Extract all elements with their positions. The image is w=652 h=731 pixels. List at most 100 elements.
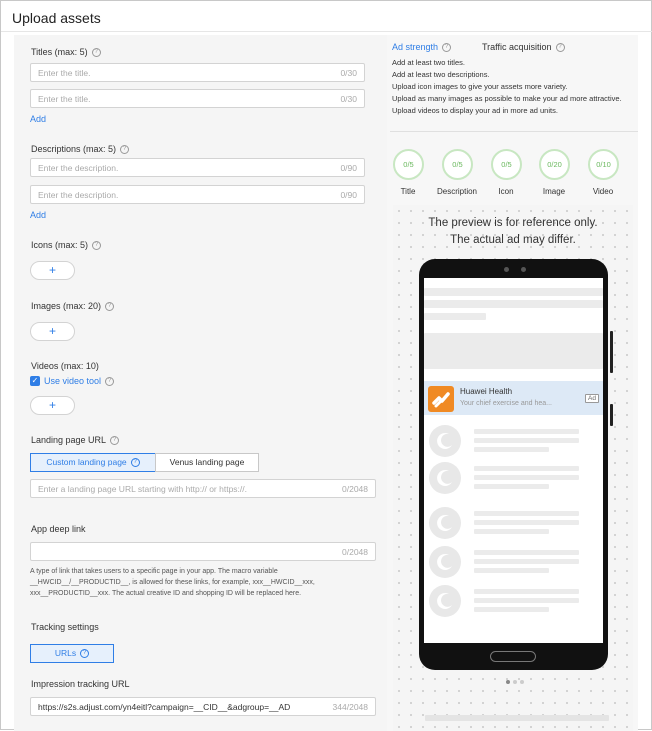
front-sensor-icon xyxy=(521,267,526,272)
description-input-placeholder: Enter the description. xyxy=(38,190,119,200)
feed-placeholder-bar xyxy=(474,429,579,434)
feed-placeholder-bar xyxy=(424,300,603,308)
help-icon[interactable]: ? xyxy=(442,43,452,53)
char-counter: 344/2048 xyxy=(332,702,368,712)
help-icon[interactable]: ? xyxy=(130,458,140,468)
impression-tracking-label: Impression tracking URL xyxy=(31,679,130,689)
title-input-placeholder: Enter the title. xyxy=(38,94,91,104)
help-icon[interactable]: ? xyxy=(92,241,102,251)
carousel-dot[interactable] xyxy=(513,680,517,684)
custom-landing-page-option[interactable]: Custom landing page? xyxy=(30,453,156,472)
add-description-link[interactable]: Add xyxy=(30,210,46,220)
upload-assets-window: Upload assets Titles (max: 5)? Enter the… xyxy=(0,0,652,731)
feed-placeholder-bar xyxy=(474,607,549,612)
preview-scroll-hint xyxy=(425,715,609,721)
panel-divider xyxy=(390,131,638,132)
title-progress-ring: 0/5 xyxy=(393,149,424,180)
feed-placeholder-bar xyxy=(424,313,486,320)
image-progress-ring: 0/20 xyxy=(539,149,570,180)
help-icon[interactable]: ? xyxy=(110,436,120,446)
impression-tracking-url-input[interactable]: https://s2s.adjust.com/yn4eitl?campaign=… xyxy=(30,697,376,716)
phone-power-button xyxy=(610,404,613,426)
feed-placeholder-bar xyxy=(424,288,603,296)
char-counter: 0/90 xyxy=(340,163,357,173)
preview-note-line-1: The preview is for reference only. xyxy=(428,217,598,229)
titles-label: Titles (max: 5)? xyxy=(31,47,101,58)
tab-ad-strength[interactable]: Ad strength? xyxy=(392,42,452,53)
title-progress-label: Title xyxy=(400,187,416,196)
tab-traffic-acquisition[interactable]: Traffic acquisition? xyxy=(482,42,565,53)
description-input-2[interactable]: Enter the description. 0/90 xyxy=(30,185,365,204)
preview-note-line-2: The actual ad may differ. xyxy=(450,234,576,246)
help-icon[interactable]: ? xyxy=(120,145,130,155)
tracking-settings-label: Tracking settings xyxy=(31,622,99,632)
moon-icon xyxy=(429,462,461,494)
help-icon[interactable]: ? xyxy=(91,48,101,58)
impression-tracking-url-value: https://s2s.adjust.com/yn4eitl?campaign=… xyxy=(38,702,291,712)
tip-item: Upload videos to display your ad in more… xyxy=(392,106,558,115)
icon-progress-label: Icon xyxy=(498,187,514,196)
phone-screen: Huawei Health Your chief exercise and he… xyxy=(424,278,603,643)
use-video-tool-label[interactable]: Use video tool? xyxy=(44,376,115,387)
descriptions-label: Descriptions (max: 5)? xyxy=(31,144,130,155)
help-icon[interactable]: ? xyxy=(555,43,565,53)
add-icon-button[interactable]: + xyxy=(30,261,75,280)
app-deep-link-input[interactable]: 0/2048 xyxy=(30,542,376,561)
huawei-health-app-icon xyxy=(428,386,454,412)
title-divider xyxy=(1,31,652,32)
tip-item: Add at least two titles. xyxy=(392,58,465,67)
char-counter: 0/30 xyxy=(340,68,357,78)
tip-item: Add at least two descriptions. xyxy=(392,70,490,79)
phone-mockup: Huawei Health Your chief exercise and he… xyxy=(419,259,608,670)
tip-item: Upload as many images as possible to mak… xyxy=(392,94,622,103)
feed-placeholder-block xyxy=(424,333,603,369)
videos-label: Videos (max: 10) xyxy=(31,361,99,371)
title-input-2[interactable]: Enter the title. 0/30 xyxy=(30,89,365,108)
feed-placeholder-bar xyxy=(474,598,579,603)
landing-page-url-input[interactable]: Enter a landing page URL starting with h… xyxy=(30,479,376,498)
description-progress-label: Description xyxy=(436,187,477,196)
title-input-1[interactable]: Enter the title. 0/30 xyxy=(30,63,365,82)
page-title: Upload assets xyxy=(12,10,101,26)
feed-placeholder-bar xyxy=(474,511,579,516)
ad-app-name: Huawei Health xyxy=(460,387,513,396)
moon-icon xyxy=(429,546,461,578)
title-input-placeholder: Enter the title. xyxy=(38,68,91,78)
phone-volume-button xyxy=(610,331,613,373)
phone-home-button xyxy=(490,651,536,662)
feed-placeholder-bar xyxy=(474,589,579,594)
icon-progress-ring: 0/5 xyxy=(491,149,522,180)
feed-placeholder-bar xyxy=(474,484,549,489)
help-icon[interactable]: ? xyxy=(105,302,115,312)
add-image-button[interactable]: + xyxy=(30,322,75,341)
icons-label: Icons (max: 5)? xyxy=(31,240,102,251)
urls-button[interactable]: URLs? xyxy=(30,644,114,663)
feed-placeholder-bar xyxy=(474,438,579,443)
ad-strength-tips: Add at least two titles. Add at least tw… xyxy=(392,57,622,117)
ad-card[interactable]: Huawei Health Your chief exercise and he… xyxy=(424,381,603,415)
image-progress-label: Image xyxy=(542,187,566,196)
char-counter: 0/90 xyxy=(340,190,357,200)
feed-placeholder-bar xyxy=(474,529,549,534)
landing-page-url-placeholder: Enter a landing page URL starting with h… xyxy=(38,484,247,494)
moon-icon xyxy=(429,507,461,539)
feed-placeholder-bar xyxy=(474,550,579,555)
moon-icon xyxy=(429,585,461,617)
add-video-button[interactable]: + xyxy=(30,396,75,415)
venus-landing-page-option[interactable]: Venus landing page xyxy=(155,453,259,472)
front-camera-icon xyxy=(504,267,509,272)
help-icon[interactable]: ? xyxy=(105,377,115,387)
description-progress-ring: 0/5 xyxy=(442,149,473,180)
add-title-link[interactable]: Add xyxy=(30,114,46,124)
carousel-dot-active[interactable] xyxy=(506,680,510,684)
video-progress-ring: 0/10 xyxy=(588,149,619,180)
help-icon[interactable]: ? xyxy=(80,649,90,659)
use-video-tool-checkbox[interactable]: ✓ xyxy=(30,376,40,386)
feed-placeholder-bar xyxy=(474,475,579,480)
tip-item: Upload icon images to give your assets m… xyxy=(392,82,568,91)
description-input-placeholder: Enter the description. xyxy=(38,163,119,173)
carousel-dot[interactable] xyxy=(520,680,524,684)
description-input-1[interactable]: Enter the description. 0/90 xyxy=(30,158,365,177)
moon-icon xyxy=(429,425,461,457)
feed-placeholder-bar xyxy=(474,466,579,471)
